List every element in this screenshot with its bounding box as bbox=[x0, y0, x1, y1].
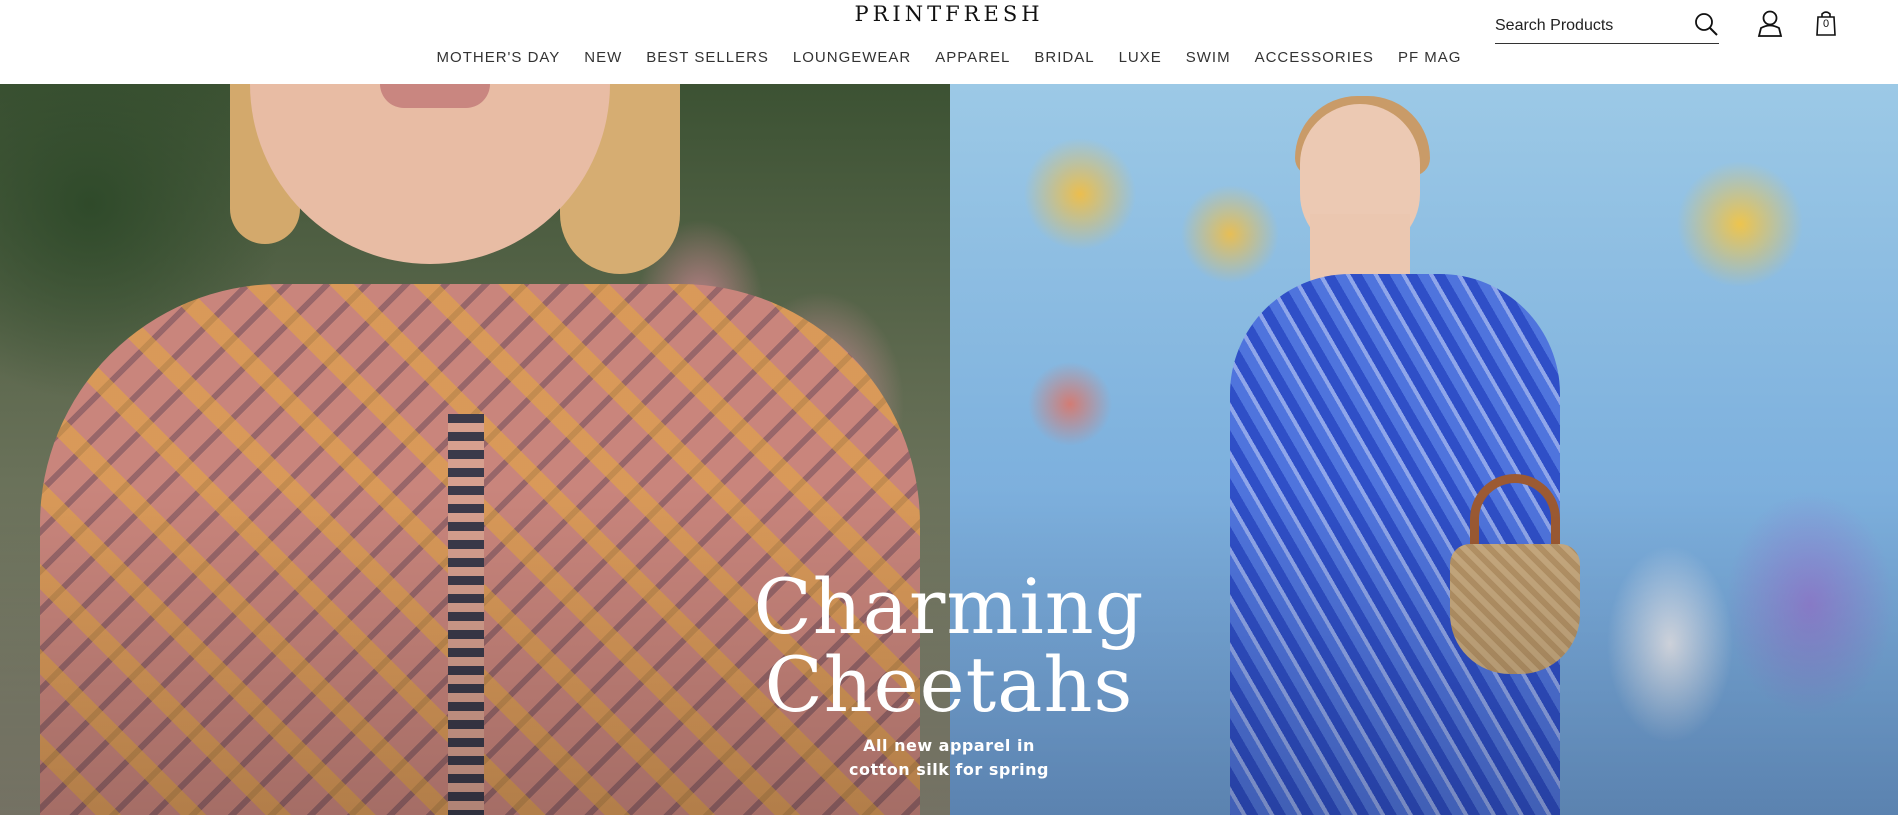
nav-item-apparel[interactable]: APPAREL bbox=[935, 48, 1010, 68]
site-header: PRINTFRESH MOTHER'S DAY NEW BEST SELLERS… bbox=[0, 0, 1898, 84]
shopping-bag-button[interactable]: 0 bbox=[1814, 8, 1844, 38]
hero-subline: All new apparel in cotton silk for sprin… bbox=[749, 734, 1149, 782]
nav-item-bridal[interactable]: BRIDAL bbox=[1034, 48, 1094, 68]
nav-item-best-sellers[interactable]: BEST SELLERS bbox=[646, 48, 769, 68]
nav-item-swim[interactable]: SWIM bbox=[1186, 48, 1231, 68]
hero-subline-line: cotton silk for spring bbox=[848, 760, 1050, 779]
hero-headline-line: Charming bbox=[753, 562, 1145, 651]
hero-headline[interactable]: Charming Cheetahs bbox=[649, 568, 1249, 724]
search-input[interactable] bbox=[1495, 14, 1685, 38]
logo-text[interactable]: PRINTFRESH bbox=[854, 2, 1043, 26]
user-icon[interactable] bbox=[1755, 8, 1785, 38]
bag-count: 0 bbox=[1822, 18, 1830, 30]
nav-item-luxe[interactable]: LUXE bbox=[1119, 48, 1162, 68]
nav-item-accessories[interactable]: ACCESSORIES bbox=[1255, 48, 1374, 68]
nav-item-mothers-day[interactable]: MOTHER'S DAY bbox=[437, 48, 561, 68]
nav-item-new[interactable]: NEW bbox=[584, 48, 622, 68]
hero-subline-line: All new apparel in bbox=[863, 736, 1035, 755]
main-nav: MOTHER'S DAY NEW BEST SELLERS LOUNGEWEAR… bbox=[0, 48, 1898, 68]
hero-headline-line: Cheetahs bbox=[764, 640, 1134, 729]
nav-item-loungewear[interactable]: LOUNGEWEAR bbox=[793, 48, 911, 68]
search-box bbox=[1495, 10, 1719, 44]
nav-item-pf-mag[interactable]: PF MAG bbox=[1398, 48, 1462, 68]
hero-banner[interactable]: Charming Cheetahs All new apparel in cot… bbox=[0, 84, 1898, 815]
search-icon[interactable] bbox=[1693, 11, 1719, 37]
